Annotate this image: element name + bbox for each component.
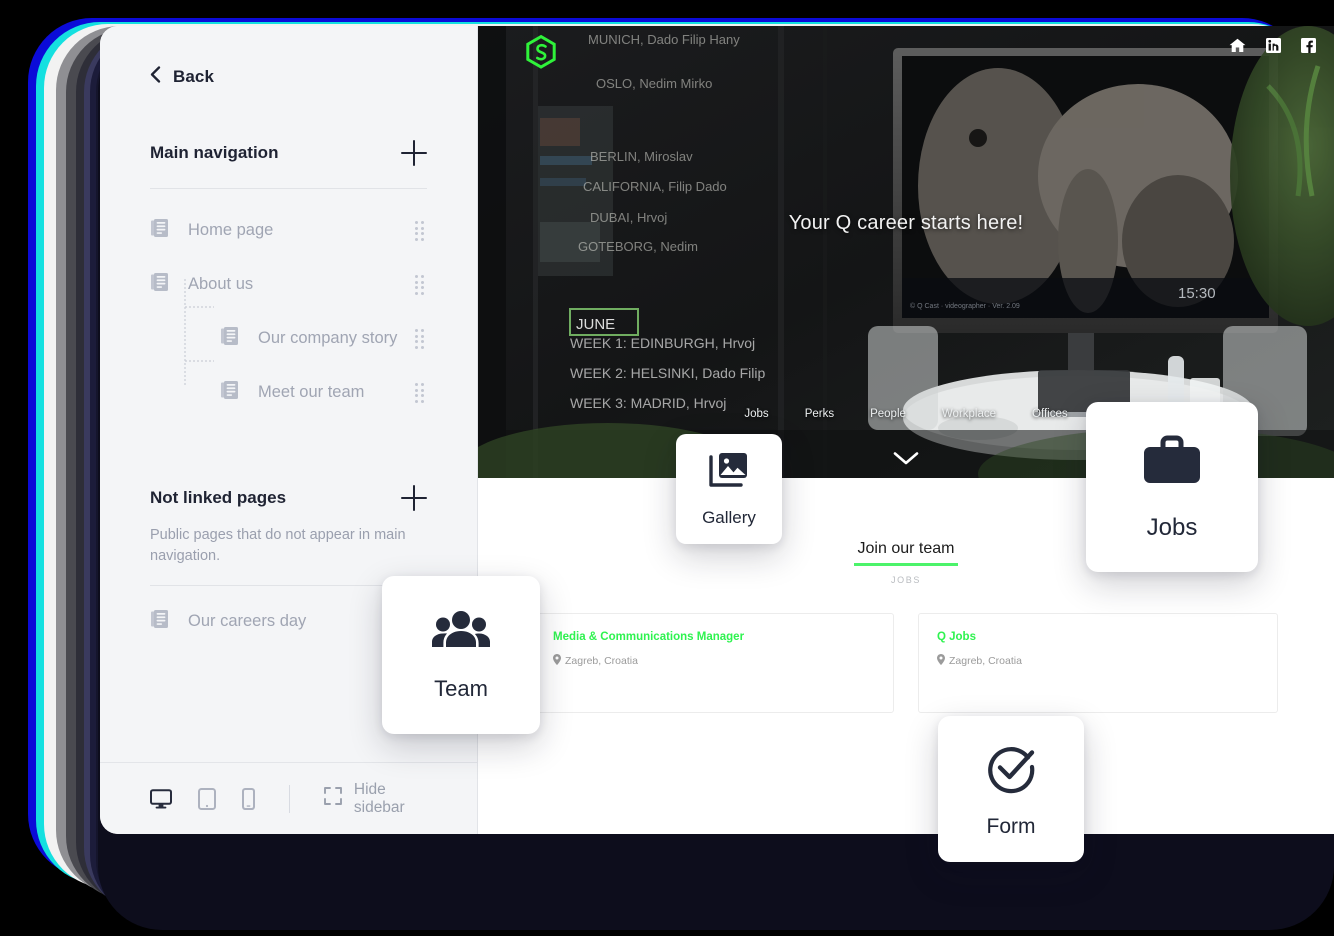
- back-button[interactable]: Back: [150, 26, 427, 88]
- hexagon-logo-icon[interactable]: [524, 34, 558, 77]
- not-linked-pages-description: Public pages that do not appear in main …: [150, 527, 406, 565]
- svg-text:© Q Cast · videographer · Ver.: © Q Cast · videographer · Ver. 2.09: [910, 302, 1020, 310]
- main-navigation-header: Main navigation: [150, 140, 427, 166]
- back-label: Back: [173, 67, 215, 86]
- svg-text:GOTEBORG, Nedim: GOTEBORG, Nedim: [578, 239, 698, 254]
- page-icon: [150, 271, 172, 298]
- job-title: Q Jobs: [937, 630, 976, 643]
- section-title: Join our team: [857, 540, 955, 557]
- social-links: [1229, 38, 1316, 53]
- svg-text:BERLIN, Miroslav: BERLIN, Miroslav: [590, 149, 693, 164]
- not-linked-pages-header: Not linked pages: [150, 485, 427, 511]
- hide-sidebar-button[interactable]: Hide sidebar: [323, 780, 427, 817]
- drag-handle-icon[interactable]: [415, 383, 427, 403]
- sidebar-item-about-us[interactable]: About us: [150, 257, 427, 311]
- svg-text:JUNE: JUNE: [576, 316, 615, 333]
- sidebar-item-label: Meet our team: [258, 382, 365, 401]
- job-title: Media & Communications Manager: [553, 630, 745, 643]
- briefcase-icon: [1140, 433, 1204, 494]
- job-location: Zagreb, Croatia: [553, 653, 875, 668]
- job-listings: Media & Communications Manager Zagreb, C…: [478, 585, 1334, 713]
- add-not-linked-page-button[interactable]: [401, 485, 427, 511]
- preview-nav-jobs[interactable]: Jobs: [744, 408, 768, 420]
- sidebar-item-home-page[interactable]: Home page: [150, 203, 427, 257]
- section-subtitle: JOBS: [891, 574, 921, 585]
- feature-card-label: Form: [986, 814, 1036, 838]
- location-pin-icon: [937, 653, 945, 668]
- main-navigation-title: Main navigation: [150, 143, 279, 162]
- preview-nav-offices[interactable]: Offices: [1032, 408, 1068, 420]
- drag-handle-icon[interactable]: [415, 221, 427, 241]
- sidebar-item-meet-our-team[interactable]: Meet our team: [150, 365, 427, 419]
- preview-nav-people[interactable]: People: [870, 408, 906, 420]
- feature-card-label: Gallery: [702, 507, 756, 527]
- sidebar-footer: Hide sidebar: [100, 762, 477, 834]
- hide-sidebar-label: Hide sidebar: [353, 780, 405, 816]
- not-linked-pages-title: Not linked pages: [150, 488, 287, 507]
- team-icon: [432, 609, 490, 656]
- divider: [150, 188, 427, 189]
- feature-card-jobs[interactable]: Jobs: [1086, 402, 1258, 572]
- sidebar-item-label: Home page: [188, 220, 274, 239]
- page-icon: [150, 608, 172, 635]
- chevron-left-icon: [150, 66, 161, 88]
- sidebar-item-label: About us: [188, 274, 254, 293]
- feature-card-label: Team: [434, 675, 488, 701]
- svg-text:WEEK 2: HELSINKI, Dado Filip: WEEK 2: HELSINKI, Dado Filip: [570, 365, 766, 381]
- linkedin-icon[interactable]: [1266, 38, 1281, 53]
- gallery-icon: [709, 451, 749, 494]
- job-card[interactable]: Media & Communications Manager Zagreb, C…: [534, 612, 894, 713]
- hero-title: Your Q career starts here!: [788, 212, 1024, 234]
- check-circle-icon: [984, 740, 1038, 799]
- add-main-navigation-page-button[interactable]: [401, 140, 427, 166]
- svg-text:15:30: 15:30: [1178, 285, 1216, 302]
- svg-text:MUNICH, Dado Filip Hany: MUNICH, Dado Filip Hany: [588, 32, 740, 47]
- preview-nav-perks[interactable]: Perks: [805, 408, 834, 420]
- section-underline: [854, 563, 958, 566]
- sidebar-item-our-company-story[interactable]: Our company story: [150, 311, 427, 365]
- desktop-icon[interactable]: [150, 788, 172, 809]
- main-navigation-list: Home page About us Our company story Mee…: [150, 203, 427, 419]
- tablet-icon[interactable]: [198, 787, 216, 810]
- collapse-icon: [323, 787, 342, 810]
- location-pin-icon: [553, 653, 561, 668]
- job-location: Zagreb, Croatia: [937, 653, 1259, 668]
- job-card[interactable]: Q Jobs Zagreb, Croatia: [918, 612, 1278, 713]
- feature-card-team[interactable]: Team: [382, 576, 540, 734]
- divider: [289, 784, 290, 813]
- page-icon: [150, 217, 172, 244]
- drag-handle-icon[interactable]: [415, 329, 427, 349]
- feature-card-gallery[interactable]: Gallery: [676, 434, 782, 544]
- page-icon: [220, 379, 242, 406]
- svg-text:CALIFORNIA, Filip Dado: CALIFORNIA, Filip Dado: [583, 179, 727, 194]
- home-icon[interactable]: [1229, 38, 1246, 53]
- svg-text:WEEK 1: EDINBURGH, Hrvoj: WEEK 1: EDINBURGH, Hrvoj: [570, 335, 755, 351]
- svg-text:OSLO, Nedim Mirko: OSLO, Nedim Mirko: [596, 76, 712, 91]
- feature-card-label: Jobs: [1146, 513, 1198, 541]
- job-location-label: Zagreb, Croatia: [949, 654, 1022, 667]
- job-location-label: Zagreb, Croatia: [565, 654, 638, 667]
- drag-handle-icon[interactable]: [415, 275, 427, 295]
- page-icon: [220, 325, 242, 352]
- feature-card-form[interactable]: Form: [938, 716, 1084, 862]
- mobile-icon[interactable]: [242, 787, 255, 810]
- preview-nav-workplace[interactable]: Workplace: [942, 408, 996, 420]
- sidebar-item-label: Our company story: [258, 328, 398, 347]
- facebook-icon[interactable]: [1301, 38, 1316, 53]
